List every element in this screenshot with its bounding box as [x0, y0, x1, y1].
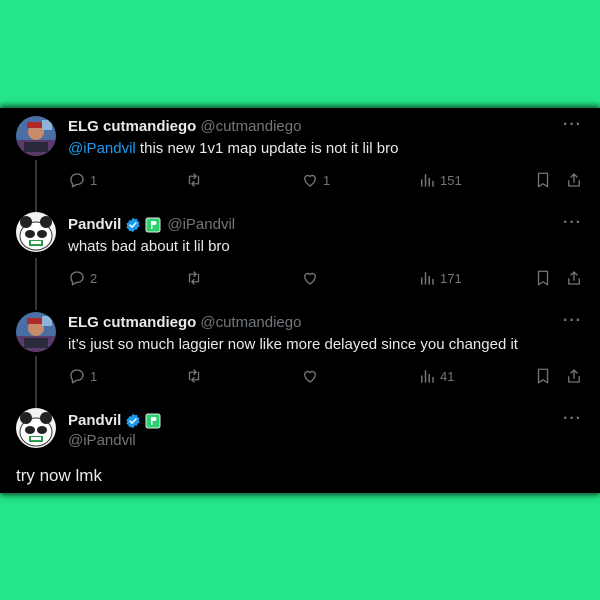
tweet-3[interactable]: ELG cutmandiego @cutmandiego ··· it’s ju…	[0, 304, 600, 402]
affiliate-badge-icon	[145, 413, 161, 429]
like-count: 1	[323, 172, 331, 188]
display-name[interactable]: ELG cutmandiego	[68, 118, 196, 135]
user-handle[interactable]: @iPandvil	[167, 216, 235, 233]
share-icon	[568, 369, 580, 383]
retweet-button[interactable]	[185, 269, 207, 287]
main-tweet[interactable]: Pandvil @iPandvil ··· try now lmk	[0, 402, 600, 493]
tweet-actions: 1 41	[68, 367, 588, 387]
more-options-icon[interactable]: ···	[563, 312, 582, 330]
reply-button[interactable]: 2	[68, 269, 97, 287]
views-button[interactable]: 41	[418, 367, 454, 385]
view-count: 151	[440, 172, 462, 188]
views-chart-icon	[421, 272, 434, 285]
like-button[interactable]: 1	[301, 171, 330, 189]
tweet-text: try now lmk	[16, 466, 102, 485]
reply-count: 2	[90, 270, 98, 286]
reply-icon	[70, 271, 84, 286]
tweet-header: ELG cutmandiego @cutmandiego	[68, 118, 301, 135]
tweet-text-content: this new 1v1 map update is not it lil br…	[135, 140, 399, 157]
affiliate-badge-icon	[145, 217, 161, 233]
heart-icon	[304, 272, 316, 285]
reply-icon	[70, 369, 84, 384]
bookmark-button[interactable]	[534, 269, 552, 287]
share-icon	[568, 173, 580, 187]
tweet-text: whats bad about it lil bro	[68, 238, 230, 255]
views-chart-icon	[421, 370, 434, 383]
display-name[interactable]: Pandvil	[68, 412, 121, 429]
share-icon	[568, 271, 580, 285]
bookmark-icon	[537, 172, 549, 188]
user-handle[interactable]: @iPandvil	[68, 432, 136, 449]
like-button[interactable]	[301, 367, 323, 385]
retweet-icon	[188, 173, 200, 187]
bookmark-button[interactable]	[534, 367, 552, 385]
heart-icon	[304, 370, 316, 383]
tweet-2[interactable]: Pandvil @iPandvil ··· whats bad about it…	[0, 206, 600, 304]
views-button[interactable]: 171	[418, 269, 462, 287]
share-button[interactable]	[565, 367, 583, 385]
views-button[interactable]: 151	[418, 171, 462, 189]
views-chart-icon	[421, 174, 434, 187]
reply-button[interactable]: 1	[68, 171, 97, 189]
avatar-pandvil[interactable]	[16, 212, 56, 252]
tweet-text: it’s just so much laggier now like more …	[68, 336, 518, 353]
avatar-cutmandiego[interactable]	[16, 312, 56, 352]
user-handle[interactable]: @cutmandiego	[200, 118, 301, 135]
tweet-header: Pandvil	[68, 412, 161, 429]
retweet-icon	[188, 369, 200, 383]
share-button[interactable]	[565, 171, 583, 189]
more-options-icon[interactable]: ···	[563, 116, 582, 134]
tweet-actions: 2 171	[68, 269, 588, 289]
verified-badge-icon	[125, 217, 141, 233]
display-name[interactable]: ELG cutmandiego	[68, 314, 196, 331]
mention-link[interactable]: @iPandvil	[68, 140, 136, 157]
bookmark-button[interactable]	[534, 171, 552, 189]
display-name[interactable]: Pandvil	[68, 216, 121, 233]
heart-icon	[304, 174, 316, 187]
more-options-icon[interactable]: ···	[563, 214, 582, 232]
tweet-actions: 1 1 151	[68, 171, 588, 191]
user-handle[interactable]: @cutmandiego	[200, 314, 301, 331]
reply-count: 1	[90, 172, 98, 188]
view-count: 41	[440, 368, 455, 384]
tweet-text: @iPandvil this new 1v1 map update is not…	[68, 140, 398, 157]
reply-button[interactable]: 1	[68, 367, 97, 385]
verified-badge-icon	[125, 413, 141, 429]
avatar-pandvil[interactable]	[16, 408, 56, 448]
reply-icon	[70, 173, 84, 188]
avatar-cutmandiego[interactable]	[16, 116, 56, 156]
retweet-button[interactable]	[185, 367, 207, 385]
retweet-icon	[188, 271, 200, 285]
tweet-header: Pandvil @iPandvil	[68, 216, 235, 233]
view-count: 171	[440, 270, 462, 286]
share-button[interactable]	[565, 269, 583, 287]
bookmark-icon	[537, 368, 549, 384]
more-options-icon[interactable]: ···	[563, 410, 582, 428]
tweet-1[interactable]: ELG cutmandiego @cutmandiego ··· @iPandv…	[0, 108, 600, 206]
retweet-button[interactable]	[185, 171, 207, 189]
like-button[interactable]	[301, 269, 323, 287]
reply-count: 1	[90, 368, 98, 384]
tweet-header: ELG cutmandiego @cutmandiego	[68, 314, 301, 331]
bookmark-icon	[537, 270, 549, 286]
tweet-thread-card: ELG cutmandiego @cutmandiego ··· @iPandv…	[0, 108, 600, 493]
